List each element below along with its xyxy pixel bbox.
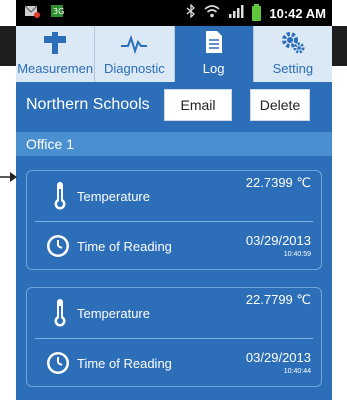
gears-icon <box>279 30 307 61</box>
battery-icon <box>252 3 262 21</box>
card-divider <box>35 221 313 222</box>
reading-card[interactable]: Temperature 22.7799 ℃ Time of Reading 03… <box>26 287 322 387</box>
signal-icon <box>228 4 244 23</box>
email-button[interactable]: Email <box>164 89 232 121</box>
tab-measurement[interactable]: Measuremen <box>16 26 96 82</box>
pulse-icon <box>120 32 148 61</box>
delete-button[interactable]: Delete <box>250 89 310 121</box>
log-content: Northern Schools Email Delete Office 1 T… <box>16 82 332 400</box>
pointer-arrow-icon <box>0 170 18 188</box>
clock-time: 10:42 AM <box>269 5 326 21</box>
temperature-value: 22.7399 ℃ <box>245 175 311 190</box>
tab-bar: Measuremen Diagnostic Log Setting <box>16 26 332 82</box>
reading-card[interactable]: Temperature 22.7399 ℃ Time of Reading 03… <box>26 170 322 270</box>
probe-icon <box>41 32 69 61</box>
group-name: Northern Schools <box>26 96 150 113</box>
mail-icon <box>24 4 40 23</box>
document-icon <box>204 30 224 61</box>
temperature-label: Temperature <box>77 306 150 321</box>
temperature-value: 22.7799 ℃ <box>245 292 311 307</box>
tab-diagnostic[interactable]: Diagnostic <box>95 26 175 82</box>
time-of-reading-label: Time of Reading <box>77 356 172 371</box>
reading-date: 03/29/2013 <box>245 350 311 365</box>
svg-text:3G: 3G <box>53 7 64 16</box>
reading-time: 10:40:59 <box>283 251 311 258</box>
tab-setting[interactable]: Setting <box>253 26 332 82</box>
thermometer-icon <box>53 298 67 333</box>
bluetooth-icon <box>186 2 196 23</box>
thermometer-icon <box>53 181 67 216</box>
time-of-reading-label: Time of Reading <box>77 239 172 254</box>
clock-icon <box>45 350 71 381</box>
card-divider <box>35 338 313 339</box>
section-header[interactable]: Office 1 <box>16 132 332 156</box>
wifi-icon <box>204 4 220 23</box>
tab-log[interactable]: Log <box>174 26 254 82</box>
app-icon: 3G <box>50 4 64 23</box>
clock-icon <box>45 233 71 264</box>
tab-setting-label: Setting <box>272 61 314 76</box>
tab-measurement-label: Measuremen <box>17 61 94 76</box>
tab-log-label: Log <box>202 61 225 76</box>
temperature-label: Temperature <box>77 189 150 204</box>
tab-diagnostic-label: Diagnostic <box>104 61 165 76</box>
status-bar: 3G 10:42 AM <box>16 0 332 26</box>
reading-time: 10:40:44 <box>283 368 311 375</box>
reading-date: 03/29/2013 <box>245 233 311 248</box>
group-header: Northern Schools Email Delete <box>16 82 332 128</box>
